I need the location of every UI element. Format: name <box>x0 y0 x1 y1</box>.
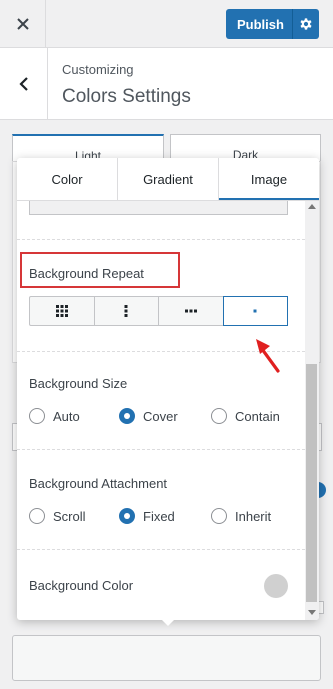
publish-button[interactable]: Publish <box>226 9 319 39</box>
popup-pointer <box>159 617 177 626</box>
repeat-y-button[interactable] <box>95 297 159 325</box>
gear-icon <box>300 18 312 30</box>
background-repeat-label: Background Repeat <box>29 266 144 281</box>
grid-dots-icon <box>55 305 68 317</box>
background-color-label: Background Color <box>29 578 134 593</box>
tab-gradient[interactable]: Gradient <box>118 158 219 200</box>
repeat-button[interactable] <box>30 297 95 325</box>
background-settings-popup: Color Gradient Image Background Repeat B… <box>17 158 319 620</box>
radio-inherit[interactable] <box>211 508 227 524</box>
size-cover-label: Cover <box>143 408 178 424</box>
size-option-contain[interactable]: Contain <box>211 408 280 424</box>
attachment-scroll-label: Scroll <box>53 508 86 524</box>
scroll-down-arrow-icon[interactable] <box>308 610 316 615</box>
background-size-options: Auto Cover Contain <box>29 408 280 424</box>
size-option-cover[interactable]: Cover <box>119 408 211 424</box>
popup-scrollbar[interactable] <box>305 201 319 620</box>
single-dot-icon <box>253 309 257 313</box>
tab-color-label: Color <box>51 171 83 187</box>
page-title: Colors Settings <box>62 86 191 107</box>
scroll-up-arrow-icon[interactable] <box>308 204 316 209</box>
divider <box>17 449 305 450</box>
popup-content: Background Repeat Background Size Auto C… <box>17 201 305 620</box>
tab-color[interactable]: Color <box>17 158 118 200</box>
customizer-header: Publish <box>0 0 333 48</box>
attachment-option-inherit[interactable]: Inherit <box>211 508 271 524</box>
horizontal-dots-icon <box>184 309 197 313</box>
publish-label: Publish <box>237 16 284 32</box>
size-option-auto[interactable]: Auto <box>29 408 119 424</box>
background-repeat-control <box>29 296 288 326</box>
attachment-fixed-label: Fixed <box>143 508 175 524</box>
popup-tabs: Color Gradient Image <box>17 158 319 201</box>
radio-auto[interactable] <box>29 408 45 424</box>
breadcrumb-subtitle: Customizing <box>62 62 134 77</box>
radio-scroll[interactable] <box>29 508 45 524</box>
no-repeat-button[interactable] <box>222 296 288 326</box>
background-text-area[interactable] <box>12 635 321 681</box>
tab-image[interactable]: Image <box>219 158 319 200</box>
close-icon <box>16 18 29 30</box>
publish-settings-button[interactable] <box>293 17 319 31</box>
size-auto-label: Auto <box>53 408 80 424</box>
chevron-left-icon <box>18 77 28 91</box>
close-button[interactable] <box>0 0 46 48</box>
back-button[interactable] <box>0 48 48 120</box>
vertical-dots-icon <box>124 305 128 317</box>
radio-cover[interactable] <box>119 408 135 424</box>
background-attachment-options: Scroll Fixed Inherit <box>29 508 271 524</box>
divider <box>17 549 305 550</box>
divider <box>17 239 305 240</box>
background-attachment-label: Background Attachment <box>29 476 168 491</box>
section-header: Customizing Colors Settings <box>0 48 333 120</box>
background-color-swatch[interactable] <box>264 574 288 598</box>
background-size-label: Background Size <box>29 376 128 391</box>
tab-gradient-label: Gradient <box>143 171 193 187</box>
annotation-arrow-icon <box>256 339 280 373</box>
attachment-option-fixed[interactable]: Fixed <box>119 508 211 524</box>
attachment-option-scroll[interactable]: Scroll <box>29 508 119 524</box>
attachment-inherit-label: Inherit <box>235 508 272 524</box>
size-contain-label: Contain <box>235 408 280 424</box>
repeat-x-button[interactable] <box>159 297 224 325</box>
tab-image-label: Image <box>250 171 288 187</box>
radio-contain[interactable] <box>211 408 227 424</box>
radio-fixed[interactable] <box>119 508 135 524</box>
scrollbar-thumb[interactable] <box>306 364 317 602</box>
image-upload-area[interactable] <box>29 201 288 215</box>
